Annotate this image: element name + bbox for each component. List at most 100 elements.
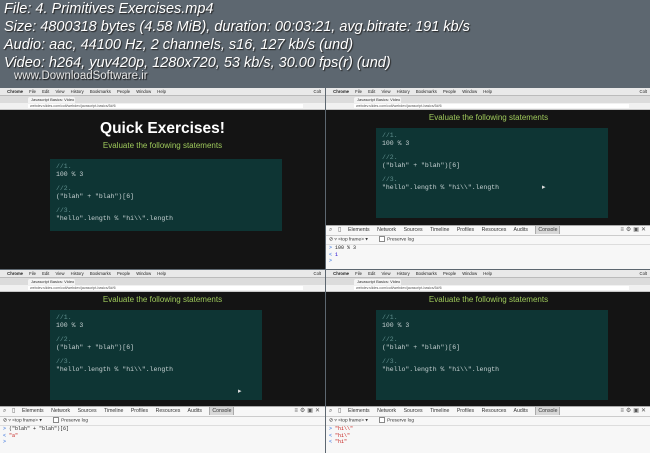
menu-people[interactable]: People xyxy=(117,89,130,94)
slide-subtitle: Evaluate the following statements xyxy=(428,113,549,122)
devtools-controls: ≡⚙▣✕ xyxy=(620,407,648,416)
menu-people[interactable]: People xyxy=(443,271,456,276)
devtools-tab-console[interactable]: Console xyxy=(535,406,561,415)
code-line: ("blah" + "blah")[6] xyxy=(56,344,135,351)
devtools-tab-profiles[interactable]: Profiles xyxy=(131,408,148,414)
menu-view[interactable]: View xyxy=(381,271,390,276)
menu-bookmarks[interactable]: Bookmarks xyxy=(416,89,437,94)
menu-people[interactable]: People xyxy=(443,89,456,94)
url-field[interactable]: webdev.slides.com/colt/webdev/javascript… xyxy=(354,104,629,108)
browser-tabbar: Javascript Basics: Video xyxy=(0,278,325,285)
menu-help[interactable]: Help xyxy=(157,271,166,276)
devtools-tab-profiles[interactable]: Profiles xyxy=(457,227,474,233)
devtools-tab-elements[interactable]: Elements xyxy=(348,227,370,233)
devtools-tab-network[interactable]: Network xyxy=(377,227,396,233)
inspect-icon[interactable]: ⌕ xyxy=(329,226,332,235)
menu-edit[interactable]: Edit xyxy=(42,271,49,276)
code-block: //1. 100 % 3 //2. ("blah" + "blah")[6] /… xyxy=(376,128,608,218)
menu-view[interactable]: View xyxy=(381,89,390,94)
clear-console-icon[interactable]: ⊘ xyxy=(329,418,333,423)
menu-window[interactable]: Window xyxy=(462,89,477,94)
devtools-tab-audits[interactable]: Audits xyxy=(514,227,528,233)
clear-console-icon[interactable]: ⊘ xyxy=(329,237,333,242)
filter-icon[interactable]: ▿ xyxy=(334,237,336,242)
menu-help[interactable]: Help xyxy=(483,89,492,94)
menu-view[interactable]: View xyxy=(55,89,64,94)
menu-bookmarks[interactable]: Bookmarks xyxy=(90,271,111,276)
close-icon[interactable]: ✕ xyxy=(315,408,322,414)
devtools-tab-sources[interactable]: Sources xyxy=(404,408,423,414)
menu-history[interactable]: History xyxy=(71,89,84,94)
devtools-tab-console[interactable]: Console xyxy=(535,225,561,234)
devtools-tab-timeline[interactable]: Timeline xyxy=(430,227,449,233)
menu-edit[interactable]: Edit xyxy=(42,89,49,94)
menu-chrome[interactable]: Chrome xyxy=(7,89,23,94)
frame-select[interactable]: <top frame> xyxy=(338,418,364,423)
menu-bookmarks[interactable]: Bookmarks xyxy=(416,271,437,276)
url-field[interactable]: webdev.slides.com/colt/webdev/javascript… xyxy=(354,286,629,290)
devtools-tab-console[interactable]: Console xyxy=(209,406,235,415)
filter-icon[interactable]: ▿ xyxy=(334,418,336,423)
devtools-tab-resources[interactable]: Resources xyxy=(482,408,507,414)
code-line: 100 % 3 xyxy=(56,171,84,178)
device-icon[interactable]: ▯ xyxy=(338,407,341,416)
devtools-tab-profiles[interactable]: Profiles xyxy=(457,408,474,414)
device-icon[interactable]: ▯ xyxy=(338,226,341,235)
code-comment: //2. xyxy=(382,154,398,161)
devtools-tab-elements[interactable]: Elements xyxy=(22,408,44,414)
slide-subtitle: Evaluate the following statements xyxy=(102,295,223,304)
devtools-tab-network[interactable]: Network xyxy=(51,408,70,414)
dock-icon[interactable]: ▣ xyxy=(633,227,641,233)
dock-icon[interactable]: ▣ xyxy=(633,408,641,414)
video-frame-1: Chrome File Edit View History Bookmarks … xyxy=(0,88,325,269)
menu-view[interactable]: View xyxy=(55,271,64,276)
menu-edit[interactable]: Edit xyxy=(368,89,375,94)
devtools-tab-resources[interactable]: Resources xyxy=(156,408,181,414)
close-icon[interactable]: ✕ xyxy=(641,227,648,233)
console-prompt[interactable]: > xyxy=(3,439,325,446)
menu-edit[interactable]: Edit xyxy=(368,271,375,276)
menu-file[interactable]: File xyxy=(29,89,36,94)
url-field[interactable]: webdev.slides.com/colt/webdev/javascript… xyxy=(28,104,303,108)
menu-people[interactable]: People xyxy=(117,271,130,276)
device-icon[interactable]: ▯ xyxy=(12,407,15,416)
preserve-log-checkbox[interactable] xyxy=(379,236,386,242)
devtools-tab-timeline[interactable]: Timeline xyxy=(430,408,449,414)
filter-icon[interactable]: ▿ xyxy=(8,418,10,423)
menu-help[interactable]: Help xyxy=(157,89,166,94)
menu-history[interactable]: History xyxy=(71,271,84,276)
preserve-log-checkbox[interactable] xyxy=(379,417,386,423)
menu-file[interactable]: File xyxy=(29,271,36,276)
menu-chrome[interactable]: Chrome xyxy=(7,271,23,276)
devtools-tab-timeline[interactable]: Timeline xyxy=(104,408,123,414)
url-field[interactable]: webdev.slides.com/colt/webdev/javascript… xyxy=(28,286,303,290)
close-icon[interactable]: ✕ xyxy=(641,408,648,414)
dock-icon[interactable]: ▣ xyxy=(307,408,315,414)
menu-help[interactable]: Help xyxy=(483,271,492,276)
menu-history[interactable]: History xyxy=(397,89,410,94)
frame-select[interactable]: <top frame> xyxy=(12,418,38,423)
inspect-icon[interactable]: ⌕ xyxy=(3,407,6,416)
menu-file[interactable]: File xyxy=(355,271,362,276)
devtools-tab-network[interactable]: Network xyxy=(377,408,396,414)
preserve-log-checkbox[interactable] xyxy=(53,417,60,423)
devtools-tab-audits[interactable]: Audits xyxy=(188,408,202,414)
menu-window[interactable]: Window xyxy=(136,89,151,94)
frame-select[interactable]: <top frame> xyxy=(338,237,364,242)
devtools-tab-resources[interactable]: Resources xyxy=(482,227,507,233)
devtools-tab-elements[interactable]: Elements xyxy=(348,408,370,414)
devtools-tab-audits[interactable]: Audits xyxy=(514,408,528,414)
inspect-icon[interactable]: ⌕ xyxy=(329,407,332,416)
menu-bookmarks[interactable]: Bookmarks xyxy=(90,89,111,94)
menu-window[interactable]: Window xyxy=(462,271,477,276)
devtools-tab-sources[interactable]: Sources xyxy=(404,227,423,233)
devtools-tab-sources[interactable]: Sources xyxy=(78,408,97,414)
menu-window[interactable]: Window xyxy=(136,271,151,276)
console-prompt[interactable]: > xyxy=(329,258,650,265)
menu-chrome[interactable]: Chrome xyxy=(333,89,349,94)
clear-console-icon[interactable]: ⊘ xyxy=(3,418,7,423)
browser-tabbar: Javascript Basics: Video xyxy=(0,96,325,103)
menu-history[interactable]: History xyxy=(397,271,410,276)
menu-file[interactable]: File xyxy=(355,89,362,94)
menu-chrome[interactable]: Chrome xyxy=(333,271,349,276)
